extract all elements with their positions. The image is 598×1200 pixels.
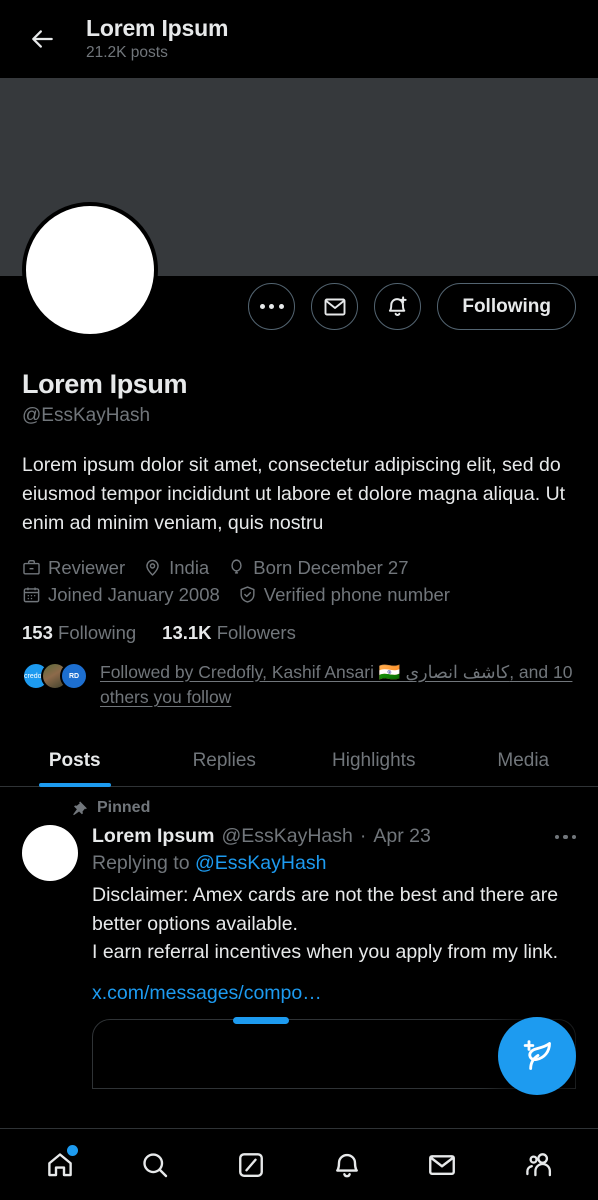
facepile-avatar-3: RD VEN	[60, 661, 88, 690]
envelope-icon	[324, 298, 346, 315]
shield-check-icon	[240, 586, 255, 603]
search-icon	[143, 1152, 168, 1177]
nav-notifications[interactable]	[319, 1137, 375, 1193]
metadata-row-1: Reviewer India Born December 27	[22, 557, 576, 579]
more-options-button[interactable]	[248, 283, 296, 330]
tab-media[interactable]: Media	[449, 734, 598, 786]
balloon-icon	[231, 559, 242, 574]
profile-header-row: Following	[0, 202, 598, 362]
post-count-label: 21.2K posts	[86, 43, 168, 61]
followers-count[interactable]: 13.1K Followers	[162, 622, 296, 644]
top-app-bar: Lorem Ipsum 21.2K posts	[0, 0, 598, 78]
post-more-button[interactable]	[545, 834, 576, 840]
avatar[interactable]	[22, 202, 158, 338]
x-profile-screen: Lorem Ipsum 21.2K posts Following Lorem …	[0, 0, 598, 1200]
user-handle: @EssKayHash	[22, 405, 151, 427]
compose-quill-plus-icon	[523, 1040, 551, 1070]
following-count-value: 153	[22, 621, 53, 643]
nav-communities[interactable]	[510, 1137, 566, 1193]
meta-location: India	[143, 557, 209, 579]
home-unread-badge	[66, 1144, 78, 1156]
notify-button[interactable]	[374, 283, 422, 330]
bell-plus-icon	[389, 296, 407, 316]
post-author-name: Lorem Ipsum	[92, 825, 215, 848]
top-bar-text: Lorem Ipsum 21.2K posts	[86, 15, 228, 63]
tab-replies-label: Replies	[192, 750, 256, 772]
replying-to-row: Replying to @EssKayHash	[92, 852, 576, 875]
profile-actions: Following	[248, 283, 576, 330]
bell-icon	[335, 1153, 358, 1177]
following-count-label: Following	[58, 621, 137, 643]
tab-highlights[interactable]: Highlights	[299, 734, 449, 786]
post-link[interactable]: x.com/messages/compo…	[92, 982, 576, 1005]
post-body: Lorem Ipsum @EssKayHash · Apr 23 Replyin…	[22, 825, 576, 1090]
followed-by-text[interactable]: Followed by Credofly, Kashif Ansari 🇮🇳 ك…	[100, 660, 576, 711]
replying-to-prefix: Replying to	[92, 852, 195, 875]
meta-joined-label: Joined January 2008	[48, 583, 220, 605]
tab-posts[interactable]: Posts	[0, 734, 150, 788]
meta-location-label: India	[169, 556, 210, 578]
nav-search[interactable]	[127, 1137, 183, 1193]
post-date: Apr 23	[373, 825, 431, 848]
display-name: Lorem Ipsum	[22, 369, 188, 399]
briefcase-icon	[23, 560, 40, 575]
grok-icon	[239, 1152, 264, 1177]
bottom-navigation	[0, 1128, 598, 1200]
pinned-label: Pinned	[97, 799, 151, 817]
tab-highlights-label: Highlights	[332, 750, 416, 772]
profile-metadata: Reviewer India Born December 27 Joined J…	[0, 538, 598, 606]
facepile: credofly RD VEN	[22, 661, 88, 690]
following-button[interactable]: Following	[437, 283, 576, 330]
more-horizontal-icon	[259, 304, 284, 309]
calendar-icon	[23, 587, 40, 603]
followed-by-row[interactable]: credofly RD VEN Followed by Credofly, Ka…	[0, 644, 598, 711]
meta-birthday: Born December 27	[227, 556, 409, 579]
post-author-avatar[interactable]	[22, 825, 78, 882]
tab-replies[interactable]: Replies	[150, 734, 300, 786]
post-header: Lorem Ipsum @EssKayHash · Apr 23	[92, 825, 576, 848]
nav-grok[interactable]	[223, 1137, 279, 1193]
meta-birthday-label: Born December 27	[253, 556, 409, 578]
location-pin-icon	[146, 559, 159, 576]
envelope-icon	[429, 1154, 456, 1175]
tab-media-label: Media	[497, 750, 550, 772]
pinned-indicator: Pinned	[70, 799, 576, 817]
message-button[interactable]	[311, 283, 359, 330]
following-count[interactable]: 153 Following	[22, 622, 136, 644]
tab-active-underline	[38, 782, 111, 788]
meta-verified-phone-label: Verified phone number	[263, 583, 450, 605]
back-button[interactable]	[22, 18, 64, 60]
meta-profession: Reviewer	[22, 557, 125, 579]
followers-count-value: 13.1K	[162, 621, 212, 643]
compose-post-button[interactable]	[498, 1017, 576, 1095]
post-text: Disclaimer: Amex cards are not the best …	[92, 884, 559, 963]
page-title: Lorem Ipsum	[86, 15, 229, 42]
meta-verified-phone: Verified phone number	[238, 584, 450, 606]
identity-block: Lorem Ipsum @EssKayHash	[0, 362, 598, 429]
follow-counts: 153 Following 13.1K Followers	[0, 606, 598, 644]
meta-profession-label: Reviewer	[48, 556, 126, 578]
profile-bio: Lorem ipsum dolor sit amet, consectetur …	[22, 454, 566, 534]
post-author-handle: @EssKayHash	[221, 825, 353, 848]
nav-messages[interactable]	[414, 1137, 470, 1193]
post-separator: ·	[359, 825, 367, 848]
profile-tabs: Posts Replies Highlights Media	[0, 734, 598, 788]
meta-joined: Joined January 2008	[22, 584, 220, 606]
nav-home[interactable]	[32, 1137, 88, 1193]
pin-icon	[73, 801, 87, 815]
metadata-row-2: Joined January 2008 Verified phone numbe…	[22, 584, 576, 606]
card-accent-bar	[233, 1017, 289, 1025]
back-arrow-icon	[32, 30, 53, 48]
communities-icon	[525, 1153, 551, 1177]
replying-to-handle[interactable]: @EssKayHash	[195, 852, 326, 874]
tab-posts-label: Posts	[48, 750, 101, 772]
followers-count-label: Followers	[216, 621, 296, 643]
